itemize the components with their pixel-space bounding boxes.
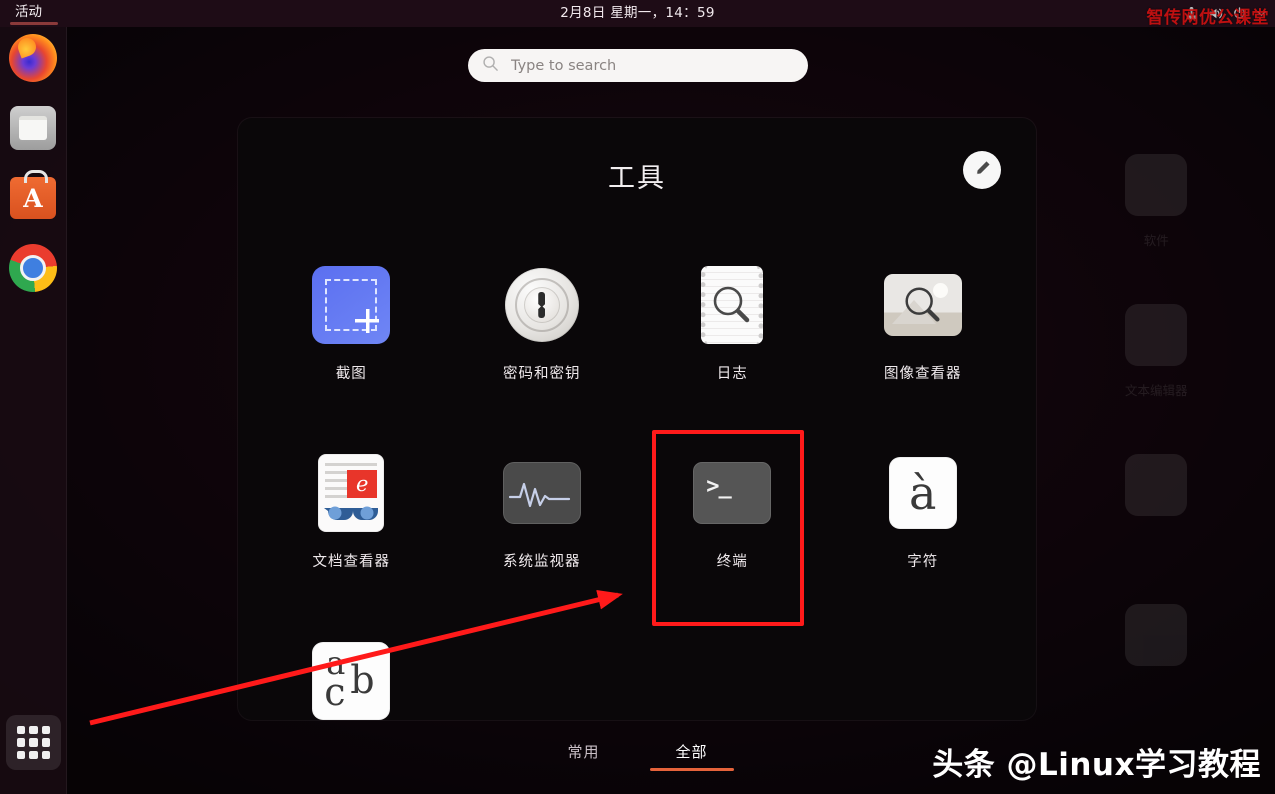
tab-frequent[interactable]: 常用 (555, 738, 611, 771)
clock[interactable]: 2月8日 星期一，14：59 (0, 0, 1275, 27)
app-item-document-viewer[interactable]: e 文档查看器 (256, 438, 447, 626)
document-viewer-icon: e (318, 454, 385, 532)
letter-c-glyph: c (324, 670, 346, 714)
app-icon-wrap (502, 454, 581, 532)
folder-rename-button[interactable] (963, 151, 1001, 189)
folder-title: 工具 (608, 163, 666, 194)
app-item-fonts[interactable]: a b c (256, 626, 447, 720)
app-label: 密码和密钥 (503, 366, 581, 382)
app-label: 文档查看器 (312, 554, 390, 570)
screenshot-icon (312, 266, 391, 344)
app-label: 图像查看器 (884, 366, 962, 382)
magnifier-glyph (905, 287, 940, 322)
logs-icon (701, 266, 764, 344)
letter-b-glyph: b (350, 658, 375, 702)
app-icon-wrap (883, 266, 962, 344)
app-item-system-monitor[interactable]: 系统监视器 (447, 438, 638, 626)
grid-dot-icon (29, 738, 38, 747)
app-label: 日志 (716, 366, 748, 382)
dock-item-software[interactable]: A (8, 170, 58, 223)
app-label: 字符 (907, 554, 939, 570)
app-item-characters[interactable]: à 字符 (828, 438, 1019, 626)
pdf-stamp-glyph: e (347, 470, 378, 498)
grid-dot-icon (41, 738, 50, 747)
grid-dot-icon (17, 738, 26, 747)
folder-app-grid: 截图 密码和密钥 日志 图像查看器 e 文档查看器 系统监视器 >_ 终端 à … (256, 250, 1018, 720)
waveform-glyph (508, 482, 570, 508)
app-icon-wrap (312, 266, 391, 344)
system-monitor-icon (502, 462, 581, 524)
app-icon-wrap (503, 266, 581, 344)
app-label: 终端 (716, 554, 748, 570)
app-item-passwords-keys[interactable]: 密码和密钥 (447, 250, 638, 438)
app-icon-wrap: a b c (312, 642, 391, 720)
tab-all[interactable]: 全部 (649, 738, 734, 771)
image-viewer-icon (883, 274, 962, 336)
passwords-keys-icon (504, 268, 579, 342)
grid-dot-icon (17, 750, 26, 759)
app-folder-dialog: 工具 截图 密码和密钥 日志 图像查看器 e 文档查看器 系统监视器 >_ 终端… (238, 118, 1036, 720)
grid-dot-icon (29, 750, 38, 759)
chrome-icon (9, 244, 57, 292)
show-applications-button[interactable] (6, 715, 61, 770)
terminal-icon (693, 462, 772, 524)
app-item-screenshot[interactable]: 截图 (256, 250, 447, 438)
search-input[interactable] (511, 57, 794, 74)
ubuntu-software-icon: A (10, 170, 56, 219)
app-icon-wrap: à (884, 454, 962, 532)
glasses-glyph (324, 506, 379, 520)
grid-dot-icon (17, 726, 26, 735)
search-icon (482, 55, 499, 76)
top-bar: 活动 2月8日 星期一，14：59 智传网优公课堂 (0, 0, 1275, 28)
grid-dot-icon (41, 726, 50, 735)
grid-dot-icon (29, 726, 38, 735)
dock: A (0, 27, 67, 794)
bottom-watermark: 头条 @Linux学习教程 (932, 747, 1261, 783)
app-item-terminal[interactable]: 终端 (637, 438, 828, 626)
edit-pencil-icon (972, 158, 993, 183)
app-label: 系统监视器 (503, 554, 581, 570)
dock-item-files[interactable] (8, 103, 58, 153)
grid-dot-icon (41, 750, 50, 759)
app-item-logs[interactable]: 日志 (637, 250, 828, 438)
app-item-image-viewer[interactable]: 图像查看器 (828, 250, 1019, 438)
files-icon (10, 106, 56, 150)
magnifier-glyph (713, 286, 750, 323)
app-icon-wrap (693, 454, 772, 532)
characters-icon: à (888, 457, 957, 529)
top-watermark: 智传网优公课堂 (1146, 8, 1269, 28)
dock-item-firefox[interactable] (8, 33, 58, 83)
app-icon-wrap: e (312, 454, 390, 532)
fonts-icon: a b c (312, 642, 391, 720)
app-icon-wrap (693, 266, 771, 344)
search-bar[interactable] (468, 49, 808, 82)
firefox-icon (9, 34, 57, 82)
app-label: 截图 (335, 366, 367, 382)
dock-item-chrome[interactable] (8, 243, 58, 293)
